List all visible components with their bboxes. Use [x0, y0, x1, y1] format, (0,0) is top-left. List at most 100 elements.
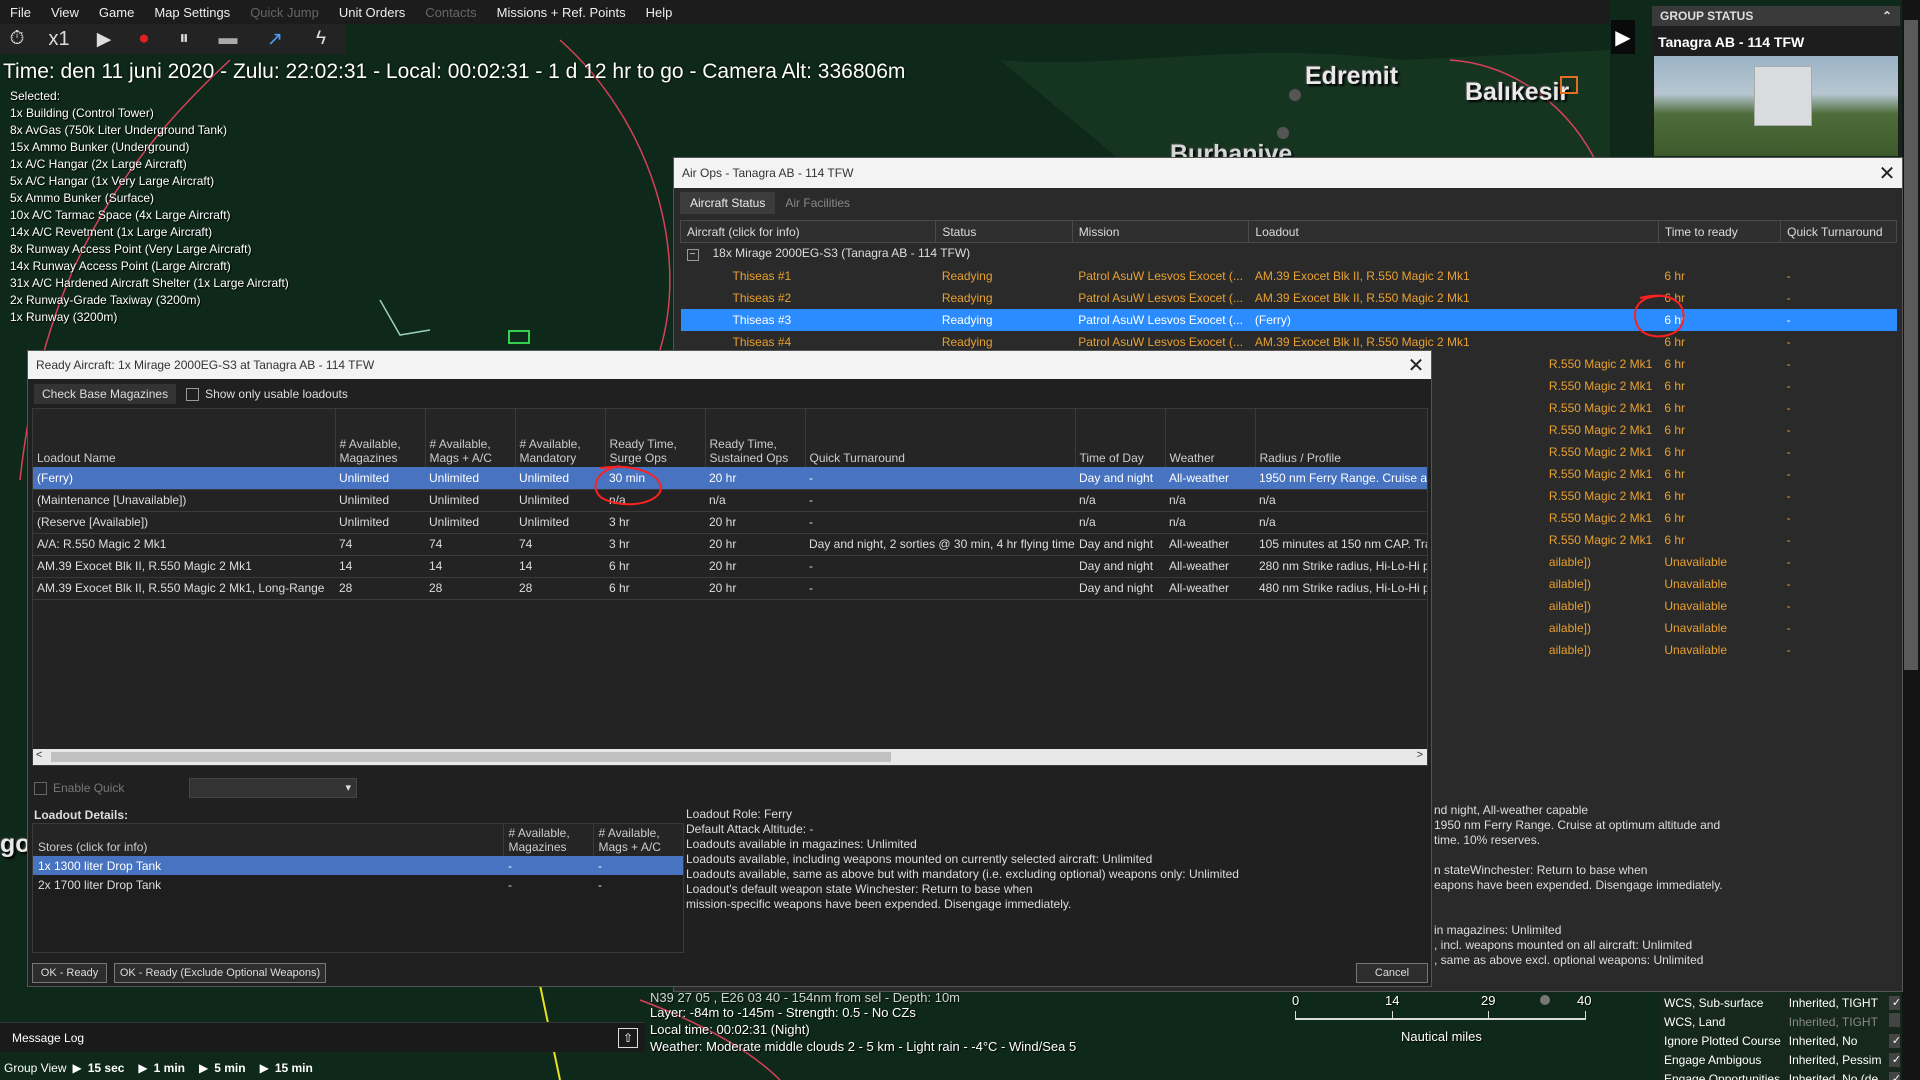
doctrine-checkbox[interactable]	[1885, 1012, 1900, 1031]
col-8[interactable]: Weather	[1165, 409, 1256, 467]
cancel-button[interactable]: Cancel	[1356, 963, 1428, 983]
loadout-row[interactable]: AM.39 Exocet Blk II, R.550 Magic 2 Mk1 14…	[33, 555, 1427, 578]
loadout-row[interactable]: (Maintenance [Unavailable]) Unlimited Unli…	[33, 489, 1427, 512]
close-icon[interactable]: ✕	[1401, 353, 1431, 378]
collapse-icon[interactable]: ⌃	[1882, 9, 1892, 23]
doctrine-row[interactable]: Engage Ambigous Inherited, Pessim ✓	[1660, 1050, 1900, 1069]
col-6[interactable]: Quick Turnaround	[805, 409, 1076, 467]
loadout-row[interactable]: A/A: R.550 Magic 2 Mk1 74 74 74 3 hr 20 hr Day…	[33, 533, 1427, 556]
group-view-label[interactable]: Group View	[4, 1061, 66, 1075]
col-3[interactable]: # Available, Mandatory	[515, 409, 606, 467]
selected-item[interactable]: 14x Runway Access Point (Large Aircraft)	[10, 258, 289, 275]
menu-map-settings[interactable]: Map Settings	[144, 5, 240, 20]
ship-icon[interactable]: ▬	[204, 25, 252, 53]
loadout-row[interactable]: (Reserve [Available]) Unlimited Unlimited U…	[33, 511, 1427, 534]
doctrine-row[interactable]: WCS, Sub-surface Inherited, TIGHT ✓	[1660, 993, 1900, 1012]
menu-view[interactable]: View	[41, 5, 89, 20]
doctrine-checkbox[interactable]: ✓	[1885, 1069, 1900, 1080]
loadout-row[interactable]: (Ferry) Unlimited Unlimited Unlimited 30 min…	[33, 467, 1427, 490]
step-15min[interactable]: 15 min	[275, 1061, 313, 1075]
doctrine-row[interactable]: WCS, Land Inherited, TIGHT	[1660, 1012, 1900, 1031]
ok-ready-button[interactable]: OK - Ready	[32, 963, 107, 983]
col-9[interactable]: Radius / Profile	[1255, 409, 1427, 467]
col-5[interactable]: Ready Time, Sustained Ops	[705, 409, 806, 467]
step-1min[interactable]: 1 min	[154, 1061, 185, 1075]
speed-indicator[interactable]: x1	[34, 25, 84, 53]
collapse-group-icon[interactable]: −	[686, 249, 699, 262]
close-icon[interactable]: ✕	[1872, 161, 1902, 186]
loadout-cell: 105 minutes at 150 nm CAP. Transit at op…	[1255, 533, 1427, 556]
col-4[interactable]: Ready Time, Surge Ops	[605, 409, 706, 467]
loadout-row[interactable]: AM.39 Exocet Blk II, R.550 Magic 2 Mk1, …	[33, 577, 1427, 600]
selected-item[interactable]: 1x Runway (3200m)	[10, 309, 289, 326]
col-mission[interactable]: Mission	[1071, 220, 1250, 243]
selected-item[interactable]: 10x A/C Tarmac Space (4x Large Aircraft)	[10, 207, 289, 224]
col-stores-mags[interactable]: # Available, Magazines	[503, 824, 594, 856]
col-stores[interactable]: Stores (click for info)	[33, 824, 504, 856]
step-5min[interactable]: 5 min	[214, 1061, 245, 1075]
col-status[interactable]: Status	[935, 220, 1073, 243]
menu-unit-orders[interactable]: Unit Orders	[329, 5, 415, 20]
horizontal-scrollbar[interactable]: < >	[33, 749, 1427, 765]
col-loadout[interactable]: Loadout	[1248, 220, 1659, 243]
selected-item[interactable]: 31x A/C Hardened Aircraft Shelter (1x La…	[10, 275, 289, 292]
selected-item[interactable]: 15x Ammo Bunker (Underground)	[10, 139, 289, 156]
check-base-magazines-button[interactable]: Check Base Magazines	[34, 384, 177, 404]
horizontal-scrollbar-thumb[interactable]	[51, 752, 891, 762]
selected-item[interactable]: 1x Building (Control Tower)	[10, 105, 289, 122]
col-stores-mags-ac[interactable]: # Available, Mags + A/C	[593, 824, 684, 856]
expand-up-icon[interactable]: ⇧	[618, 1028, 638, 1048]
aircraft-row[interactable]: Thiseas #2 Readying Patrol AsuW Lesvos Exo…	[681, 287, 1897, 309]
unit-icon[interactable]	[508, 330, 530, 344]
jump-icon[interactable]: ↗	[252, 25, 298, 53]
doctrine-checkbox[interactable]: ✓	[1885, 1031, 1900, 1050]
selected-item[interactable]: 2x Runway-Grade Taxiway (3200m)	[10, 292, 289, 309]
menu-file[interactable]: File	[0, 5, 41, 20]
record-icon[interactable]: ●	[124, 25, 164, 53]
pause-icon[interactable]: ⏸	[164, 25, 204, 53]
store-row[interactable]: 1x 1300 liter Drop Tank - -	[33, 856, 683, 875]
col-time-to-ready[interactable]: Time to ready	[1657, 220, 1782, 243]
step-15sec[interactable]: 15 sec	[88, 1061, 125, 1075]
airbase-icon[interactable]	[1560, 76, 1578, 94]
col-0[interactable]: Loadout Name	[33, 409, 336, 467]
group-row[interactable]: −18x Mirage 2000EG-S3 (Tanagra AB - 114 …	[681, 243, 1897, 265]
scroll-left-icon[interactable]: <	[36, 749, 42, 761]
loadout-cell: Unlimited	[515, 467, 605, 490]
selected-item[interactable]: 1x A/C Hangar (2x Large Aircraft)	[10, 156, 289, 173]
col-1[interactable]: # Available, Magazines	[335, 409, 426, 467]
col-2[interactable]: # Available, Mags + A/C	[425, 409, 516, 467]
doctrine-checkbox[interactable]: ✓	[1885, 1050, 1900, 1069]
expand-panel-icon[interactable]: ▶	[1611, 20, 1635, 54]
clock-icon[interactable]: ⏱	[0, 25, 34, 53]
lightning-icon[interactable]: ϟ	[298, 25, 344, 53]
ok-ready-exclude-button[interactable]: OK - Ready (Exclude Optional Weapons)	[114, 963, 326, 983]
right-scrollbar-thumb[interactable]	[1904, 20, 1918, 670]
aircraft-row[interactable]: Thiseas #1 Readying Patrol AsuW Lesvos Exo…	[681, 265, 1897, 287]
menu-game[interactable]: Game	[89, 5, 144, 20]
aircraft-row[interactable]: Thiseas #3 Readying Patrol AsuW Lesvos Exo…	[680, 308, 1897, 331]
doctrine-row[interactable]: Engage Opportunities Inherited, No (de ✓	[1660, 1069, 1900, 1080]
tab-aircraft-status[interactable]: Aircraft Status	[680, 192, 776, 214]
col-7[interactable]: Time of Day	[1075, 409, 1166, 467]
store-row[interactable]: 2x 1700 liter Drop Tank - -	[33, 875, 683, 894]
selected-item[interactable]: 8x Runway Access Point (Very Large Aircr…	[10, 241, 289, 258]
col-quick-turnaround[interactable]: Quick Turnaround	[1780, 220, 1897, 243]
menu-help[interactable]: Help	[636, 5, 683, 20]
tab-air-facilities[interactable]: Air Facilities	[775, 192, 860, 214]
selected-item[interactable]: 5x Ammo Bunker (Surface)	[10, 190, 289, 207]
message-log-bar[interactable]: Message Log ⇧	[0, 1022, 645, 1052]
doctrine-checkbox[interactable]: ✓	[1885, 993, 1900, 1012]
selected-item[interactable]: 8x AvGas (750k Liter Underground Tank)	[10, 122, 289, 139]
selected-item[interactable]: 5x A/C Hangar (1x Very Large Aircraft)	[10, 173, 289, 190]
quick-turnaround-dropdown[interactable]: ▾	[189, 778, 357, 798]
only-usable-checkbox[interactable]	[186, 387, 200, 401]
info-line: Loadouts available, same as above but wi…	[686, 867, 1239, 881]
enable-quick-checkbox[interactable]	[34, 781, 47, 795]
menu-missions[interactable]: Missions + Ref. Points	[487, 5, 636, 20]
col-aircraft[interactable]: Aircraft (click for info)	[679, 220, 937, 243]
play-icon[interactable]: ▶	[84, 25, 124, 53]
scroll-right-icon[interactable]: >	[1417, 749, 1423, 761]
doctrine-row[interactable]: Ignore Plotted Course Inherited, No ✓	[1660, 1031, 1900, 1050]
selected-item[interactable]: 14x A/C Revetment (1x Large Aircraft)	[10, 224, 289, 241]
